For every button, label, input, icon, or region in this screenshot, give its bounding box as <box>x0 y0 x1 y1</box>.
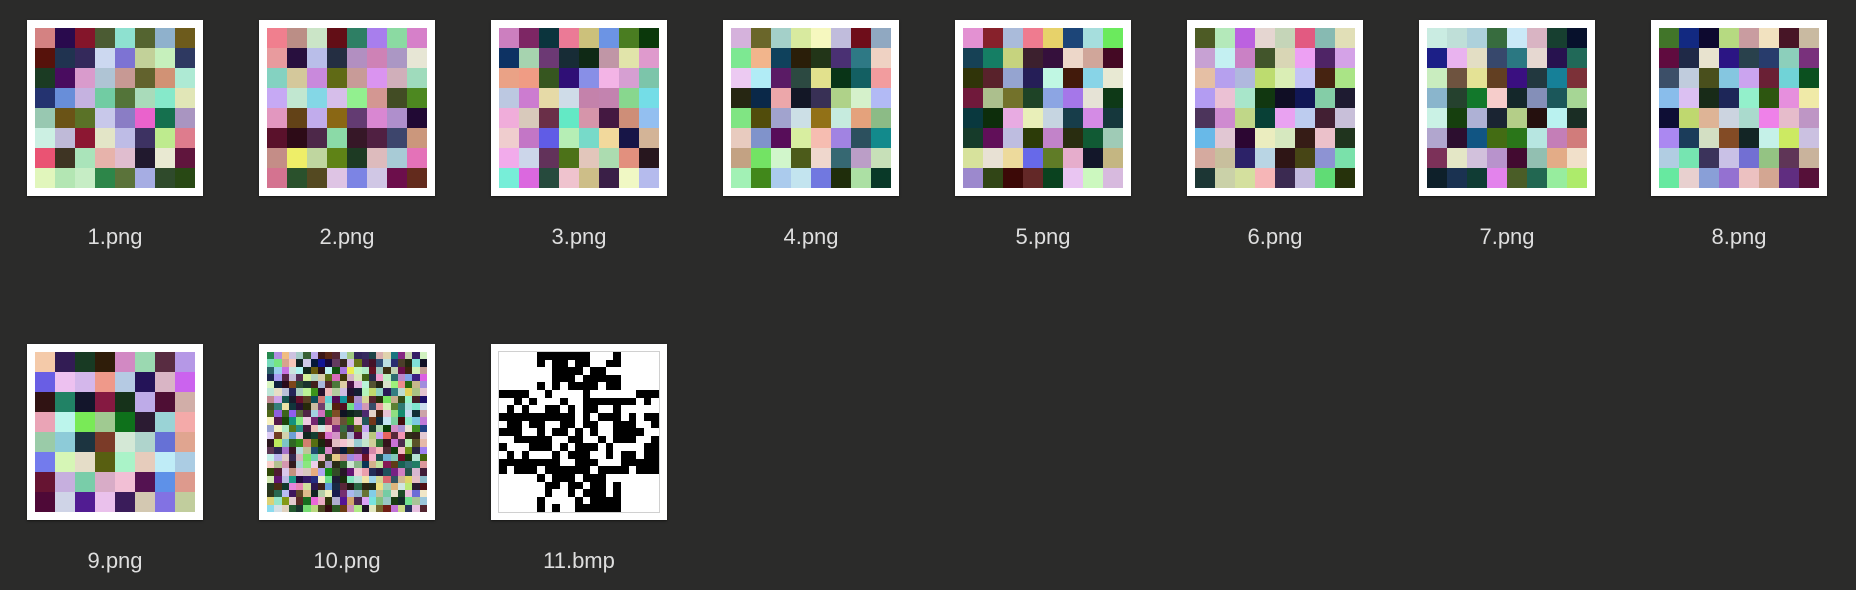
file-name-label[interactable]: 1.png <box>15 224 215 250</box>
file-thumbnail[interactable] <box>259 344 435 520</box>
file-item-10[interactable]: 10.png <box>232 324 435 574</box>
file-name-label[interactable]: 11.bmp <box>479 548 679 574</box>
file-thumbnail[interactable] <box>1651 20 1827 196</box>
thumbnail-image <box>498 351 660 513</box>
thumbnail-image <box>1659 28 1819 188</box>
file-name-label[interactable]: 8.png <box>1639 224 1839 250</box>
file-thumbnail[interactable] <box>1187 20 1363 196</box>
file-thumbnail[interactable] <box>27 20 203 196</box>
file-name-label[interactable]: 4.png <box>711 224 911 250</box>
file-item-2[interactable]: 2.png <box>232 0 435 250</box>
file-name-label[interactable]: 3.png <box>479 224 679 250</box>
file-item-7[interactable]: 7.png <box>1392 0 1595 250</box>
file-item-6[interactable]: 6.png <box>1160 0 1363 250</box>
file-item-4[interactable]: 4.png <box>696 0 899 250</box>
file-item-5[interactable]: 5.png <box>928 0 1131 250</box>
thumbnail-image <box>267 352 427 512</box>
thumbnail-image <box>1427 28 1587 188</box>
file-thumbnail[interactable] <box>259 20 435 196</box>
thumbnail-image <box>35 352 195 512</box>
file-item-9[interactable]: 9.png <box>0 324 203 574</box>
file-item-1[interactable]: 1.png <box>0 0 203 250</box>
file-item-8[interactable]: 8.png <box>1624 0 1827 250</box>
file-name-label[interactable]: 5.png <box>943 224 1143 250</box>
file-thumbnail[interactable] <box>955 20 1131 196</box>
file-name-label[interactable]: 7.png <box>1407 224 1607 250</box>
file-name-label[interactable]: 6.png <box>1175 224 1375 250</box>
file-grid: 1.png 2.png 3.png 4.png 5.png 6.png 7.pn… <box>0 0 1856 590</box>
file-name-label[interactable]: 10.png <box>247 548 447 574</box>
file-item-3[interactable]: 3.png <box>464 0 667 250</box>
thumbnail-image <box>35 28 195 188</box>
file-thumbnail[interactable] <box>1419 20 1595 196</box>
file-thumbnail[interactable] <box>491 344 667 520</box>
thumbnail-image <box>731 28 891 188</box>
file-item-11[interactable]: 11.bmp <box>464 324 667 574</box>
thumbnail-image <box>267 28 427 188</box>
file-name-label[interactable]: 2.png <box>247 224 447 250</box>
file-name-label[interactable]: 9.png <box>15 548 215 574</box>
file-thumbnail[interactable] <box>491 20 667 196</box>
thumbnail-image <box>963 28 1123 188</box>
thumbnail-image <box>499 28 659 188</box>
file-thumbnail[interactable] <box>27 344 203 520</box>
file-thumbnail[interactable] <box>723 20 899 196</box>
thumbnail-image <box>1195 28 1355 188</box>
